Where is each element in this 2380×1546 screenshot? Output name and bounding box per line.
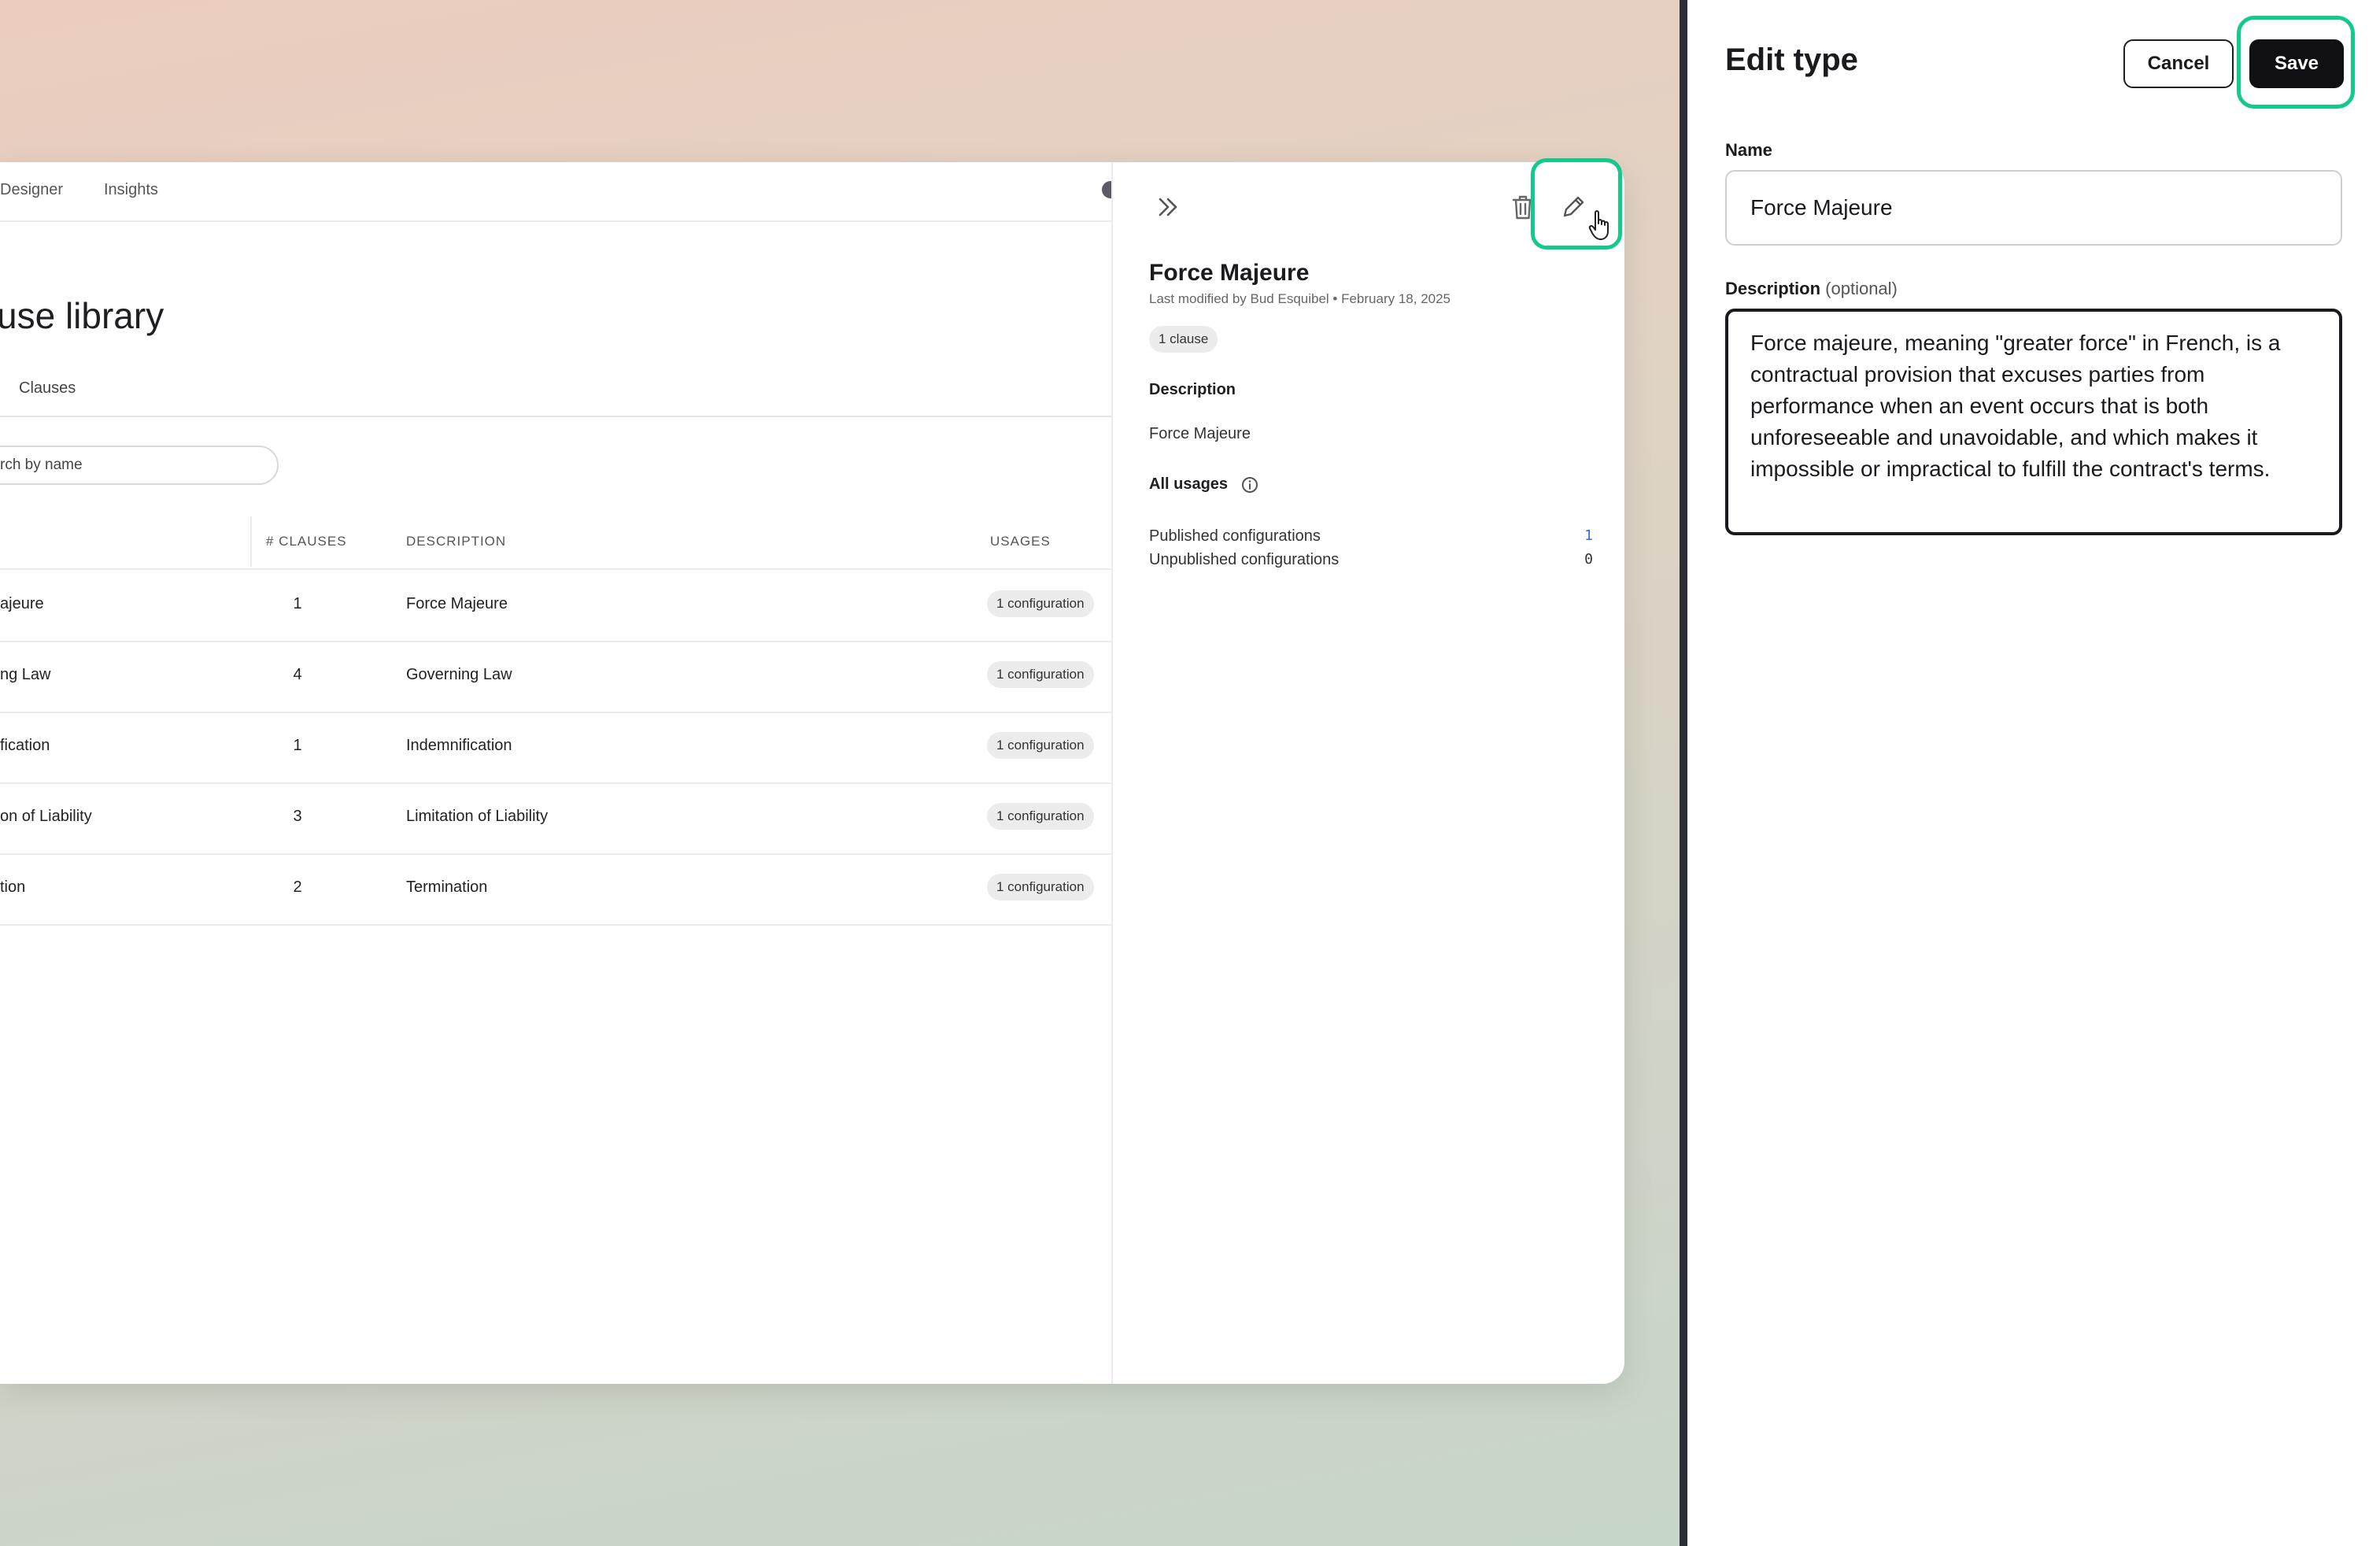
cancel-button[interactable]: Cancel — [2123, 39, 2234, 88]
page-title: use library — [0, 295, 164, 336]
cell-description: Force Majeure — [406, 595, 508, 612]
name-label: Name — [1725, 140, 1772, 160]
column-header-usages[interactable]: USAGES — [990, 534, 1051, 549]
description-label-text: Description — [1725, 279, 1821, 298]
cell-name: tion — [0, 878, 26, 896]
detail-meta: Last modified by Bud Esquibel • February… — [1149, 291, 1451, 306]
cell-clause-count: 1 — [293, 737, 302, 754]
collapse-icon[interactable] — [1157, 195, 1181, 223]
table-row[interactable]: on of Liability 3 Limitation of Liabilit… — [0, 782, 1111, 855]
search-input[interactable] — [0, 447, 260, 483]
column-header-description[interactable]: DESCRIPTION — [406, 534, 506, 549]
table-row[interactable]: tion 2 Termination 1 configuration — [0, 853, 1111, 926]
clause-count-badge: 1 clause — [1149, 326, 1218, 353]
save-button[interactable]: Save — [2249, 39, 2344, 88]
column-separator — [250, 516, 252, 567]
edit-panel-title: Edit type — [1725, 43, 1858, 77]
pencil-icon[interactable] — [1560, 194, 1587, 224]
detail-panel: Force Majeure Last modified by Bud Esqui… — [1111, 162, 1624, 1384]
trash-icon[interactable] — [1511, 194, 1535, 224]
usage-badge: 1 configuration — [987, 590, 1094, 617]
cell-description: Governing Law — [406, 666, 512, 683]
description-label: Description (optional) — [1725, 279, 1898, 299]
cell-name: ng Law — [0, 666, 51, 683]
cursor-icon — [1588, 209, 1613, 246]
unpublished-configurations-label: Unpublished configurations — [1149, 551, 1340, 568]
detail-title: Force Majeure — [1149, 260, 1310, 286]
description-field[interactable]: Force majeure, meaning "greater force" i… — [1725, 309, 2342, 535]
info-icon[interactable] — [1240, 475, 1259, 498]
cell-name: ajeure — [0, 595, 44, 612]
app-window: Designer Insights use library Clauses # … — [0, 162, 1624, 1384]
published-configurations-count[interactable]: 1 — [1569, 527, 1593, 544]
cell-name: on of Liability — [0, 808, 92, 825]
unpublished-configurations-count: 0 — [1584, 551, 1593, 568]
cell-name: fication — [0, 737, 50, 754]
cell-description: Limitation of Liability — [406, 808, 549, 825]
published-configurations-label: Published configurations — [1149, 527, 1321, 545]
description-heading: Description — [1149, 381, 1236, 398]
search-box — [0, 446, 279, 485]
description-text: Force Majeure — [1149, 425, 1251, 442]
top-nav: Designer Insights — [0, 162, 1119, 222]
table-row[interactable]: ng Law 4 Governing Law 1 configuration — [0, 641, 1111, 713]
column-header-clauses[interactable]: # CLAUSES — [266, 534, 347, 549]
panel-separator — [1680, 0, 1687, 1546]
usage-badge: 1 configuration — [987, 661, 1094, 688]
usage-badge: 1 configuration — [987, 803, 1094, 830]
optional-hint: (optional) — [1825, 279, 1898, 298]
cell-description: Indemnification — [406, 737, 512, 754]
table-row[interactable]: ajeure 1 Force Majeure 1 configuration — [0, 570, 1111, 642]
tab-clauses[interactable]: Clauses — [19, 379, 76, 398]
cell-clause-count: 4 — [293, 666, 302, 683]
cell-description: Termination — [406, 878, 488, 896]
name-field[interactable] — [1725, 170, 2342, 246]
cell-clause-count: 3 — [293, 808, 302, 825]
usage-badge: 1 configuration — [987, 732, 1094, 759]
usage-badge: 1 configuration — [987, 874, 1094, 901]
table-row[interactable]: fication 1 Indemnification 1 configurati… — [0, 712, 1111, 784]
usages-heading: All usages — [1149, 475, 1229, 493]
edit-type-panel: Edit type Cancel Save Name Description (… — [1687, 0, 2380, 1546]
nav-tab-designer[interactable]: Designer — [0, 181, 63, 199]
cell-clause-count: 2 — [293, 878, 302, 896]
cell-clause-count: 1 — [293, 595, 302, 612]
nav-tab-insights[interactable]: Insights — [104, 181, 158, 199]
tabs-divider — [0, 416, 1111, 417]
